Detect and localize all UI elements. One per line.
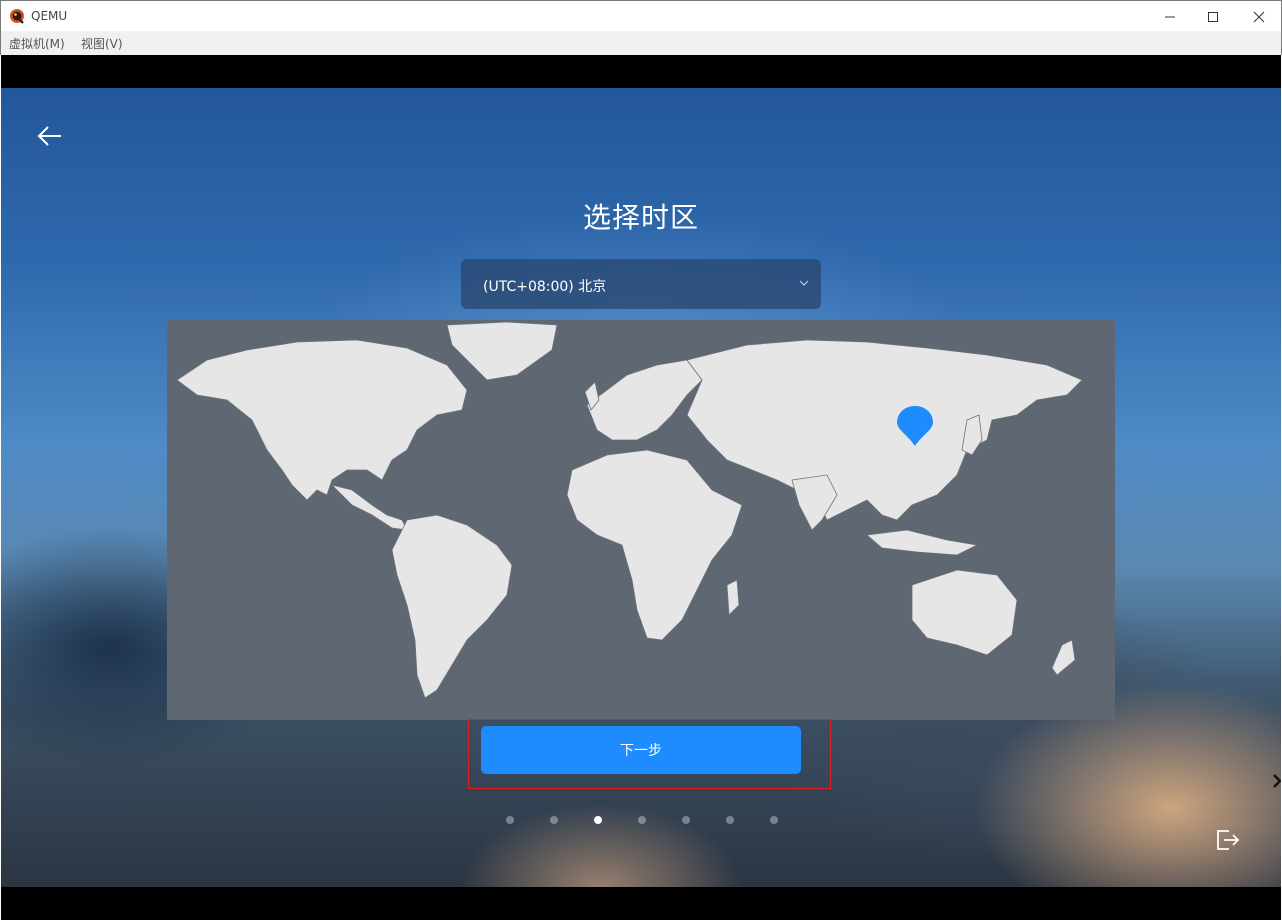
exit-icon[interactable] [1215,828,1241,852]
central-america-landmass [330,484,408,531]
europe-landmass [586,359,703,441]
minimize-button[interactable] [1147,1,1193,32]
world-map-graphic [176,321,1083,699]
new-zealand-landmass [1051,639,1076,676]
page-dot-4[interactable] [638,816,646,824]
menubar: 虚拟机(M) 视图(V) [0,31,1282,55]
indonesia-landmass [866,529,979,556]
maximize-button[interactable] [1190,1,1236,32]
north-america-landmass [176,339,468,501]
india-landmass [791,474,838,531]
minimize-icon [1165,16,1175,17]
menu-view[interactable]: 视图(V) [81,35,123,52]
next-button[interactable]: 下一步 [481,726,801,774]
timezone-select[interactable]: (UTC+08:00) 北京 [461,259,821,309]
chevron-down-icon [799,280,809,286]
maximize-icon [1208,11,1218,22]
greenland-landmass [446,321,558,381]
window-title: QEMU [31,9,68,23]
page-dot-3-active[interactable] [594,816,602,824]
page-title: 选择时区 [582,201,699,234]
page-dot-2[interactable] [550,816,558,824]
qemu-app-icon [10,9,24,24]
chevron-right-icon[interactable] [1272,773,1281,789]
back-arrow-icon[interactable] [37,125,63,147]
australia-landmass [911,569,1018,656]
africa-landmass [566,449,743,641]
madagascar-landmass [726,579,740,616]
installer-screen: 选择时区 (UTC+08:00) 北京 下一步 [1,88,1281,887]
guest-display[interactable]: 选择时区 (UTC+08:00) 北京 下一步 [1,55,1281,920]
window-titlebar: QEMU [0,0,1282,31]
timezone-value: (UTC+08:00) 北京 [483,279,607,295]
page-dot-1[interactable] [506,816,514,824]
close-icon [1253,11,1265,22]
page-dot-6[interactable] [726,816,734,824]
menu-vm[interactable]: 虚拟机(M) [9,35,65,52]
page-dot-7[interactable] [770,816,778,824]
asia-landmass [686,339,1083,521]
world-map[interactable] [167,320,1115,720]
close-button[interactable] [1236,1,1282,32]
page-dot-5[interactable] [682,816,690,824]
south-america-landmass [391,514,513,699]
